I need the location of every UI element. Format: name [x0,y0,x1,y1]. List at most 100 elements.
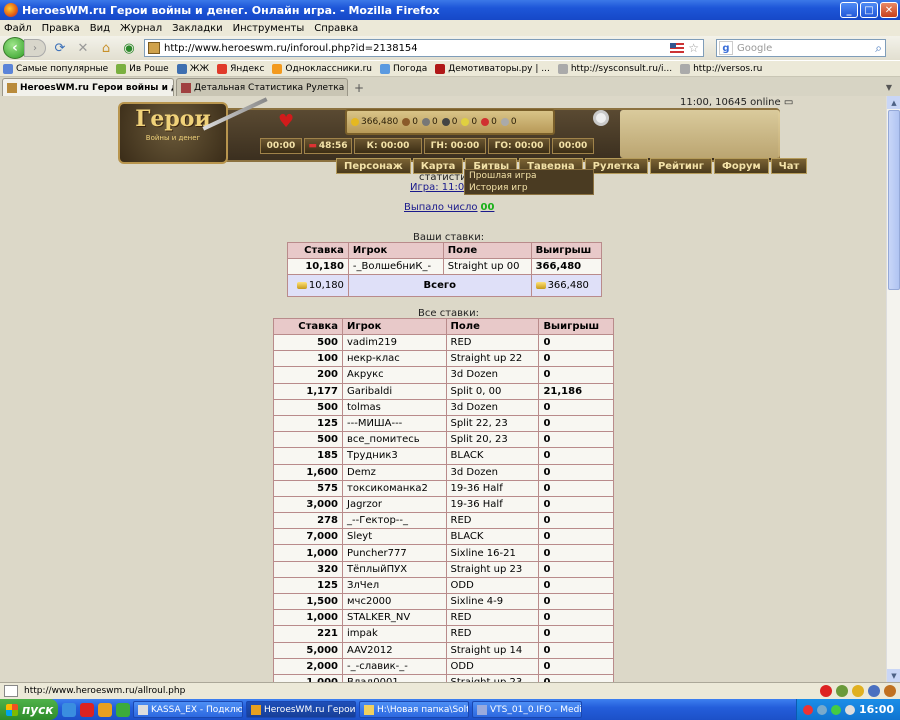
start-button[interactable]: пуск [0,699,58,720]
ie-icon[interactable] [62,702,76,717]
field-cell: BLACK [445,447,540,465]
bookmark-item[interactable]: Одноклассники.ru [272,63,372,74]
reload-icon[interactable]: ⟳ [51,39,69,57]
vertical-scrollbar[interactable]: ▲ ▼ [886,96,900,682]
adblock-icon[interactable] [820,685,832,697]
win-cell: 0 [538,333,614,352]
window-title: HeroesWM.ru Герои войны и денег. Онлайн … [22,3,440,17]
menu-history[interactable]: Журнал [120,23,162,34]
menu-tools[interactable]: Инструменты [233,23,305,34]
nav-roulette[interactable]: Рулетка [584,158,648,174]
field-cell: RED [445,333,540,352]
table-row: 5,000 AAV2012 Straight up 14 0 [273,641,614,659]
bookmark-item[interactable]: Погода [380,63,427,74]
wood-resource: 0 [402,117,418,127]
win-cell: 0 [538,431,614,449]
player-cell: Трудник3 [342,447,447,465]
bookmark-item[interactable]: Ив Роше [116,63,169,74]
nav-rating[interactable]: Рейтинг [649,158,712,174]
new-tab-icon[interactable]: + [350,80,368,96]
scroll-down-icon[interactable]: ▼ [887,669,900,682]
google-icon[interactable]: g [719,41,733,55]
addon-icon[interactable] [836,685,848,697]
win-cell: 0 [538,350,614,368]
scrollbar-thumb[interactable] [888,110,900,290]
forward-button[interactable]: › [24,39,46,57]
menu-view[interactable]: Вид [90,23,110,34]
minimize-button[interactable]: _ [840,2,858,18]
field-cell: Straight up 23 [445,673,540,682]
ore-resource: 0 [421,117,438,127]
nav-chat[interactable]: Чат [770,158,808,174]
search-input[interactable]: Google [737,43,772,54]
table-row: 500 все_помитесь Split 20, 23 0 [273,431,614,449]
timer-row: 00:00 ▬ 48:56 К: 00:00 ГН: 00:00 ГО: 00:0… [260,138,596,154]
nav-forum[interactable]: Форум [714,158,769,174]
addon-icon[interactable]: ◉ [120,39,138,57]
scroll-up-icon[interactable]: ▲ [887,96,900,109]
taskbar: пуск KASSA_EX - Подклю... HeroesWM.ru Ге… [0,699,900,720]
addon-icon[interactable] [868,685,880,697]
player-cell: Garibaldi [342,382,447,400]
game-logo[interactable]: Герои [118,106,228,132]
firebug-icon[interactable] [884,685,896,697]
dropdown-last-game[interactable]: Прошлая игра [465,170,593,182]
bet-cell: 5,000 [273,641,343,659]
search-magnifier-icon[interactable]: ⌕ [875,41,882,56]
all-bets-body: 500 vadim219 RED 0 100 некр-клас Straight up 2… [273,333,614,682]
maximize-button[interactable]: □ [860,2,878,18]
stop-icon[interactable]: ✕ [74,39,92,57]
tab-statistics[interactable]: Детальная Статистика Рулетка Нер... [176,78,348,96]
leaf-icon [116,63,127,74]
heart-icon: ♥ [278,111,295,132]
volume-icon[interactable] [844,704,855,715]
task-kassa[interactable]: KASSA_EX - Подклю... [133,701,243,718]
bet-cell: 500 [273,431,343,449]
smiley-icon[interactable] [852,685,864,697]
result-line[interactable]: Выпало число 00 [404,202,494,213]
gold-resource: 366,480 [351,117,398,127]
tray-icon[interactable] [830,704,841,715]
tray-icon[interactable] [802,704,813,715]
col-bet: Ставка [287,242,349,259]
wood-icon [402,118,411,126]
menu-edit[interactable]: Правка [42,23,80,34]
bookmark-item[interactable]: Демотиваторы.ру | ... [435,63,550,74]
bookmark-item[interactable]: Самые популярные [3,63,108,74]
site-favicon-icon [148,42,160,54]
tray-icon[interactable] [816,704,827,715]
roulette-dropdown: Прошлая игра История игр [464,169,594,195]
ring-icon [593,110,609,126]
win-cell: 0 [538,528,614,546]
quick-launch-icon[interactable] [116,702,130,717]
castle-image [620,110,780,158]
ore-icon [421,118,430,126]
search-box[interactable]: g Google ⌕ [716,39,886,57]
menu-help[interactable]: Справка [314,23,358,34]
opera-icon[interactable] [80,702,94,717]
status-addons [816,685,896,697]
home-icon[interactable]: ⌂ [97,39,115,57]
bookmark-item[interactable]: Яндекс [217,63,264,74]
bookmark-item[interactable]: http://versos.ru [680,63,762,74]
win-cell: 0 [538,641,614,659]
bookmark-item[interactable]: http://sysconsult.ru/i... [557,63,672,74]
menu-file[interactable]: Файл [4,23,32,34]
task-folder[interactable]: H:\Новая папка\Solt... [359,701,469,718]
all-bets-table: Ставка Игрок Поле Выигрыш 500 vadim219 RED… [273,318,614,682]
menu-bookmarks[interactable]: Закладки [172,23,223,34]
tab-list-icon[interactable]: ▼ [882,80,896,94]
status-text: http://www.heroeswm.ru/allroul.php [24,686,186,696]
game-time-link[interactable]: Игра: 11:00 [410,182,471,193]
task-media[interactable]: VTS_01_0.IFO - Medi... [472,701,582,718]
task-heroeswm[interactable]: HeroesWM.ru Герои ... [246,701,356,718]
url-bar[interactable]: http://www.heroeswm.ru/inforoul.php?id=2… [144,39,704,57]
url-input[interactable]: http://www.heroeswm.ru/inforoul.php?id=2… [164,43,670,54]
dropdown-game-history[interactable]: История игр [465,182,593,194]
firefox-icon[interactable] [98,702,112,717]
bookmark-item[interactable]: ЖЖ [176,63,209,74]
bookmark-star-icon[interactable]: ☆ [688,41,699,55]
tab-heroeswm[interactable]: HeroesWM.ru Герои войны и ден... ✕ [2,78,174,96]
close-button[interactable]: ✕ [880,2,898,18]
nav-character[interactable]: Персонаж [336,158,411,174]
